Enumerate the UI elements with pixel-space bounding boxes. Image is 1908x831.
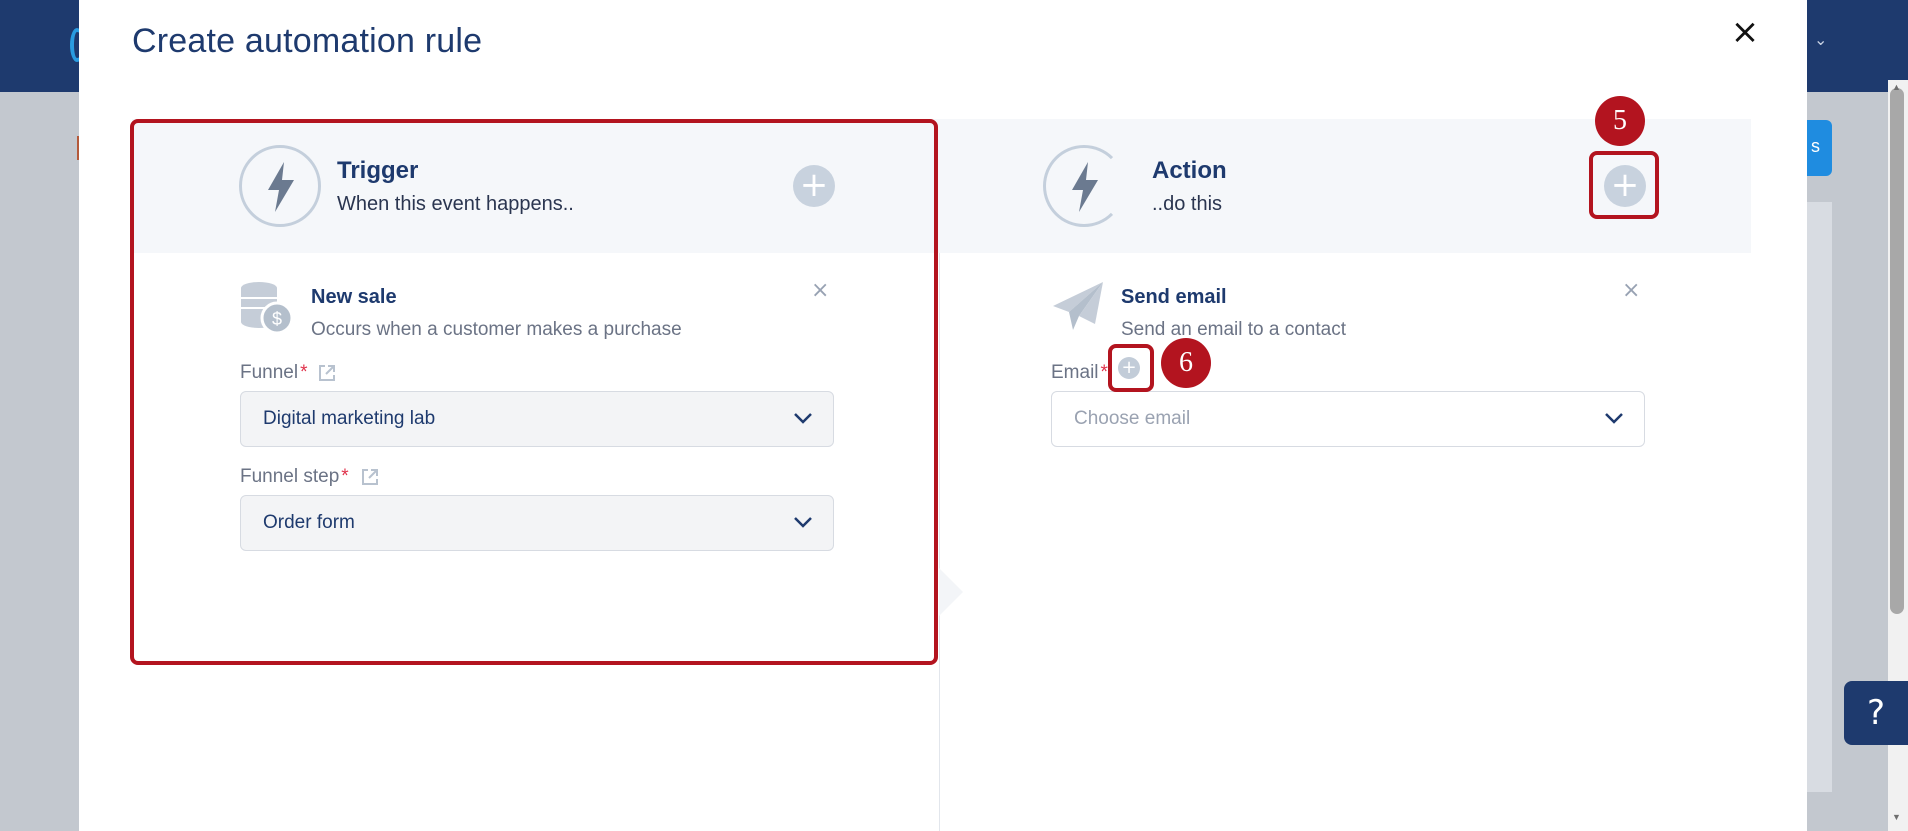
column-divider bbox=[939, 253, 940, 831]
action-title: Action bbox=[1152, 157, 1227, 184]
background-button-label: s bbox=[1811, 136, 1820, 156]
step-5-badge: 5 bbox=[1595, 96, 1645, 146]
paper-plane-icon bbox=[1051, 280, 1105, 332]
email-select[interactable]: Choose email bbox=[1051, 391, 1645, 447]
remove-action-step-button[interactable]: × bbox=[1622, 278, 1640, 303]
page-scrollbar-thumb[interactable] bbox=[1890, 88, 1904, 614]
account-chevron-icon: ⌄ bbox=[1814, 32, 1828, 49]
action-step-description: Send an email to a contact bbox=[1121, 319, 1346, 340]
email-add-highlight-box bbox=[1108, 344, 1154, 392]
chevron-down-icon bbox=[1605, 413, 1623, 424]
action-subtitle: ..do this bbox=[1152, 193, 1223, 215]
email-field-label: Email * bbox=[1051, 362, 1108, 384]
action-step-title: Send email bbox=[1121, 286, 1227, 308]
email-select-placeholder: Choose email bbox=[1074, 408, 1191, 429]
trigger-highlight-box bbox=[130, 119, 938, 665]
help-button[interactable]: ? bbox=[1844, 681, 1908, 745]
flow-arrow-icon bbox=[939, 568, 963, 616]
email-label-text: Email bbox=[1051, 362, 1099, 383]
close-icon[interactable]: × bbox=[1727, 14, 1763, 50]
action-add-highlight-box bbox=[1589, 151, 1659, 219]
modal-title: Create automation rule bbox=[132, 22, 483, 60]
scroll-up-arrow-icon[interactable]: ▲ bbox=[1892, 82, 1901, 92]
lightning-bolt-cycle-icon bbox=[1043, 145, 1125, 227]
automation-rule-modal: Create automation rule × Trigger When th… bbox=[79, 0, 1807, 831]
required-mark: * bbox=[1100, 362, 1108, 383]
scroll-down-arrow-icon[interactable]: ▼ bbox=[1892, 812, 1901, 822]
step-6-badge: 6 bbox=[1161, 338, 1211, 388]
